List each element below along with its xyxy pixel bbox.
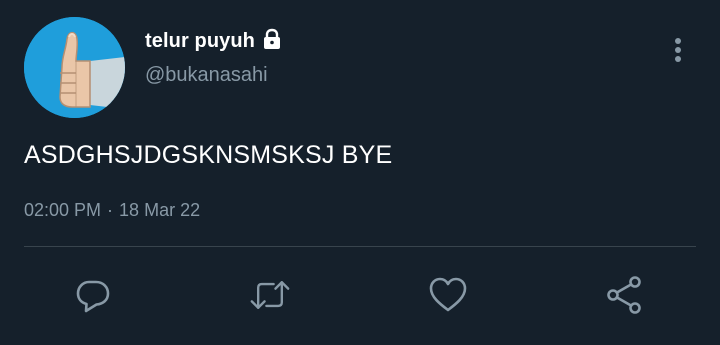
- share-button[interactable]: [605, 275, 645, 315]
- display-name[interactable]: telur puyuh: [145, 30, 255, 53]
- lock-icon: [261, 28, 283, 50]
- divider: [24, 246, 696, 247]
- thumbs-up-icon: [24, 17, 125, 118]
- author-name-row: telur puyuh: [145, 28, 283, 53]
- share-icon: [607, 276, 641, 314]
- tweet-time: 02:00 PM: [24, 200, 102, 220]
- tweet-actions: [0, 270, 720, 320]
- like-icon: [429, 277, 467, 312]
- more-vertical-icon[interactable]: [666, 36, 690, 66]
- retweet-icon: [250, 281, 290, 309]
- like-button[interactable]: [428, 275, 468, 315]
- tweet-text: ASDGHSJDGSKNSMSKSJ BYE: [24, 141, 393, 169]
- tweet-timestamp: 02:00 PM · 18 Mar 22: [24, 200, 200, 221]
- tweet-detail: telur puyuh @bukanasahi ASDGHSJDGSKNSMSK…: [0, 0, 720, 345]
- retweet-button[interactable]: [250, 275, 290, 315]
- meta-separator: ·: [107, 200, 114, 220]
- reply-button[interactable]: [73, 275, 113, 315]
- username-handle[interactable]: @bukanasahi: [145, 64, 268, 87]
- avatar[interactable]: [24, 17, 125, 118]
- reply-icon: [76, 280, 110, 313]
- tweet-date: 18 Mar 22: [119, 200, 201, 220]
